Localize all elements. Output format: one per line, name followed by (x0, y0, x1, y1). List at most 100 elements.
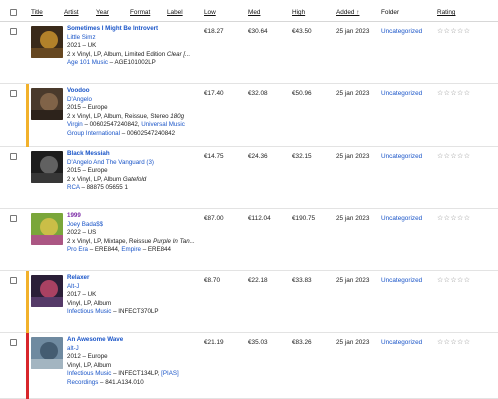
year-country: 2015 – Europe (67, 167, 108, 174)
release-title-link[interactable]: Sometimes I Might Be Introvert (67, 25, 197, 34)
folder-link[interactable]: Uncategorized (381, 153, 422, 160)
catalog-number-secondary: – ERE844 (140, 246, 171, 253)
sort-year[interactable]: Year (96, 9, 109, 17)
album-cover-image[interactable] (31, 151, 63, 183)
table-row: Sometimes I Might Be Introvert Little Sim… (0, 22, 498, 84)
table-row: Relaxer Alt-J 2017 – UK Vinyl, LP, Album Inf… (0, 271, 498, 333)
table-header: Title Artist Year Format Label Low Med H… (0, 0, 498, 22)
date-added: 25 jan 2023 (336, 339, 370, 346)
format-description: Vinyl, LP, Album (67, 362, 197, 371)
release-title-link[interactable]: An Awesome Wave (67, 336, 197, 345)
select-all-checkbox[interactable] (10, 9, 17, 16)
price-low: €8.70 (204, 277, 220, 284)
release-title-link[interactable]: Voodoo (67, 87, 197, 96)
label-link[interactable]: Virgin (67, 121, 83, 128)
artist-link[interactable]: Joey Bada$$ (67, 221, 197, 230)
label-link[interactable]: Infectious Music (67, 308, 111, 315)
release-title-link[interactable]: Relaxer (67, 274, 197, 283)
folder-link[interactable]: Uncategorized (381, 215, 422, 222)
format-note: Gatefold (122, 175, 147, 183)
label-link[interactable]: Age 101 Music (67, 59, 108, 66)
catalog-number: – INFECT370LP (111, 308, 159, 315)
label-link[interactable]: Pro Era (67, 246, 88, 253)
album-cover-image[interactable] (31, 275, 63, 307)
sort-added[interactable]: Added ↑ (336, 9, 359, 17)
format-text: 2 x Vinyl, LP, Album (67, 175, 123, 183)
year-country: 2022 – US (67, 229, 97, 236)
label-link[interactable]: RCA (67, 184, 80, 191)
release-info: Voodoo D'Angelo 2015 – Europe 2 x Vinyl, LP… (67, 87, 197, 138)
release-info: 1999 Joey Bada$$ 2022 – US 2 x Vinyl, LP, M… (67, 212, 197, 255)
album-cover-image[interactable] (31, 88, 63, 120)
catalog-number-secondary: – 841.A134.010 (98, 378, 144, 386)
sort-format[interactable]: Format (130, 9, 150, 17)
release-info: An Awesome Wave alt-J 2012 – Europe Vinyl, … (67, 336, 197, 387)
artist-link[interactable]: D'Angelo (67, 96, 197, 105)
rating-stars[interactable]: ☆☆☆☆☆ (437, 214, 470, 222)
sort-label[interactable]: Label (167, 9, 183, 17)
catalog-number: – INFECT134LP, (111, 370, 162, 377)
release-title-link[interactable]: Black Messiah (67, 150, 197, 159)
rating-stars[interactable]: ☆☆☆☆☆ (437, 89, 470, 97)
price-med: €24.36 (248, 153, 268, 160)
label-catalog: Infectious Music – INFECT370LP (67, 308, 197, 317)
sort-high[interactable]: High (292, 9, 305, 17)
label-catalog: Age 101 Music – AGE101002LP (67, 59, 197, 68)
rating-stars[interactable]: ☆☆☆☆☆ (437, 338, 470, 346)
sort-artist[interactable]: Artist (64, 9, 79, 17)
row-checkbox[interactable] (10, 28, 17, 35)
row-checkbox[interactable] (10, 90, 17, 97)
row-checkbox[interactable] (10, 277, 17, 284)
rating-stars[interactable]: ☆☆☆☆☆ (437, 152, 470, 160)
format-description: 2 x Vinyl, LP, Album, Limited Edition Cl… (67, 51, 197, 60)
artist-link[interactable]: D'Angelo And The Vanguard (3) (67, 159, 197, 168)
price-med: €30.64 (248, 28, 268, 35)
date-added: 25 jan 2023 (336, 153, 370, 160)
album-cover-image[interactable] (31, 337, 63, 369)
price-low: €17.40 (204, 90, 224, 97)
label-link-secondary[interactable]: Empire (121, 246, 141, 253)
price-high: €50.96 (292, 90, 312, 97)
folder-link[interactable]: Uncategorized (381, 28, 422, 35)
price-low: €87.00 (204, 215, 224, 222)
label-link[interactable]: Infectious Music (67, 370, 111, 377)
folder-link[interactable]: Uncategorized (381, 339, 422, 346)
release-info: Black Messiah D'Angelo And The Vanguard (… (67, 150, 197, 193)
album-cover-image[interactable] (31, 213, 63, 245)
row-checkbox[interactable] (10, 215, 17, 222)
price-med: €35.03 (248, 339, 268, 346)
album-cover-image[interactable] (31, 26, 63, 58)
format-description: 2 x Vinyl, LP, Album, Reissue, Stereo 18… (67, 113, 197, 122)
sort-med[interactable]: Med (248, 9, 260, 17)
price-low: €18.27 (204, 28, 224, 35)
folder-link[interactable]: Uncategorized (381, 277, 422, 284)
label-catalog: Infectious Music – INFECT134LP, [PIAS] R… (67, 370, 197, 387)
format-text: 2 x Vinyl, LP, Album, Reissue, Stereo (67, 112, 171, 120)
artist-link[interactable]: alt-J (67, 345, 197, 354)
row-checkbox[interactable] (10, 153, 17, 160)
sort-title[interactable]: Title (31, 9, 43, 17)
date-added: 25 jan 2023 (336, 28, 370, 35)
rating-stars[interactable]: ☆☆☆☆☆ (437, 276, 470, 284)
release-info: Relaxer Alt-J 2017 – UK Vinyl, LP, Album Inf… (67, 274, 197, 317)
format-text: Vinyl, LP, Album (67, 361, 112, 369)
artist-link[interactable]: Little Simz (67, 34, 197, 43)
format-text: 2 x Vinyl, LP, Mixtape, Reissue (67, 237, 154, 245)
folder-link[interactable]: Uncategorized (381, 90, 422, 97)
label-catalog: Virgin – 00602547240842, Universal Music… (67, 121, 197, 138)
rating-stars[interactable]: ☆☆☆☆☆ (437, 27, 470, 35)
sort-rating[interactable]: Rating (437, 9, 455, 17)
table-row: 1999 Joey Bada$$ 2022 – US 2 x Vinyl, LP, M… (0, 209, 498, 271)
year-country: 2012 – Europe (67, 353, 108, 360)
catalog-number: – ERE844, (87, 246, 122, 253)
sort-low[interactable]: Low (204, 9, 216, 17)
format-note: Clear [... (166, 50, 191, 58)
artist-link[interactable]: Alt-J (67, 283, 197, 292)
table-row: Black Messiah D'Angelo And The Vanguard (… (0, 147, 498, 209)
year-country: 2015 – Europe (67, 104, 108, 111)
status-color-bar (26, 333, 29, 399)
format-text: Vinyl, LP, Album (67, 299, 112, 307)
row-checkbox[interactable] (10, 339, 17, 346)
release-title-link[interactable]: 1999 (67, 212, 197, 221)
date-added: 25 jan 2023 (336, 215, 370, 222)
